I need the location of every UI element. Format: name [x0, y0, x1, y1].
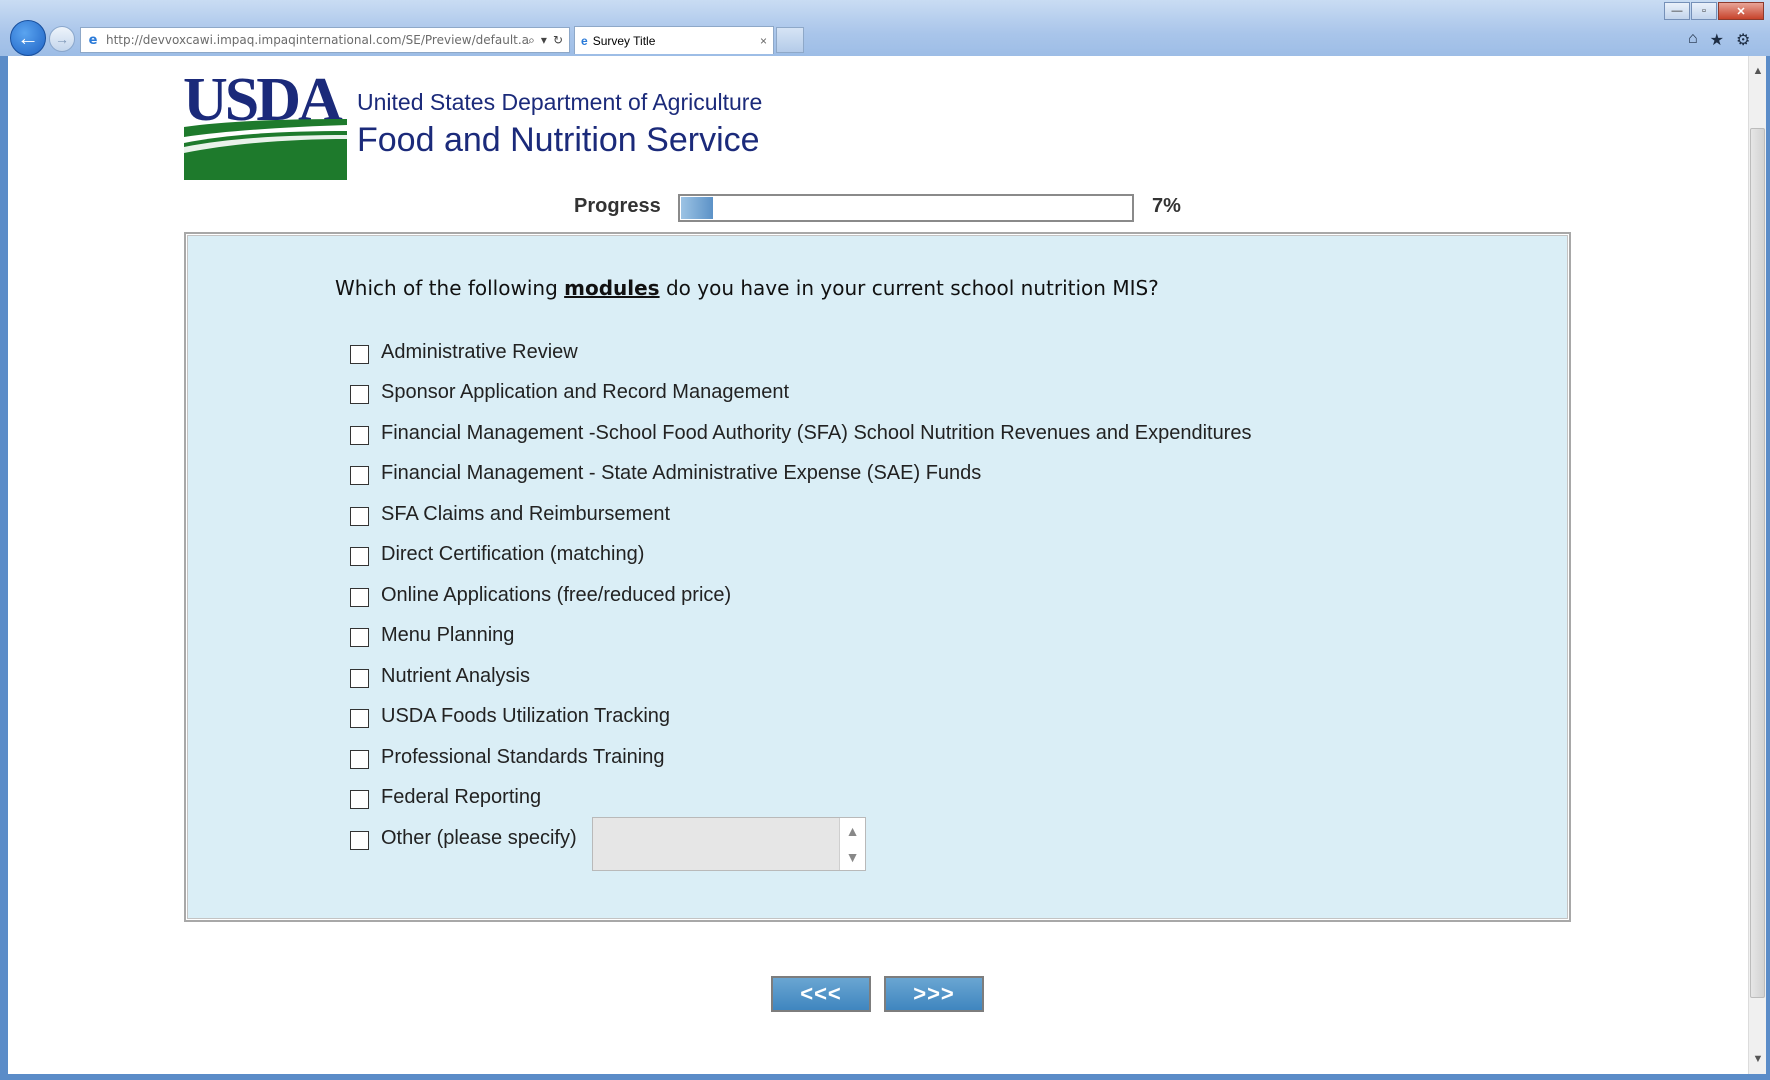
- option-nutrient-analysis[interactable]: Nutrient Analysis: [350, 656, 1251, 697]
- tools-gear-icon[interactable]: ⚙: [1736, 30, 1750, 50]
- question-panel: Which of the following modules do you ha…: [184, 232, 1571, 922]
- checkbox[interactable]: [350, 709, 369, 729]
- address-url[interactable]: http://devvoxcawi.impaq.impaqinternation…: [106, 33, 528, 47]
- question-text: Which of the following modules do you ha…: [335, 276, 1159, 300]
- option-usda-foods[interactable]: USDA Foods Utilization Tracking: [350, 697, 1251, 738]
- maximize-button[interactable]: ▫: [1691, 2, 1717, 20]
- option-label: USDA Foods Utilization Tracking: [381, 705, 671, 728]
- option-label: Online Applications (free/reduced price): [381, 583, 732, 606]
- option-label: Professional Standards Training: [381, 745, 665, 768]
- checkbox[interactable]: [350, 425, 369, 445]
- usda-logo: USDA United States Department of Agricul…: [184, 65, 784, 185]
- agency-name: United States Department of Agriculture: [357, 89, 763, 115]
- option-direct-certification[interactable]: Direct Certification (matching): [350, 535, 1251, 576]
- option-federal-reporting[interactable]: Federal Reporting: [350, 778, 1251, 819]
- textarea-scrollbar[interactable]: ▲ ▼: [839, 818, 865, 870]
- checkbox[interactable]: [350, 587, 369, 607]
- option-online-applications[interactable]: Online Applications (free/reduced price): [350, 575, 1251, 616]
- checkbox[interactable]: [350, 547, 369, 567]
- checkbox[interactable]: [350, 749, 369, 769]
- option-financial-sfa[interactable]: Financial Management -School Food Author…: [350, 413, 1251, 454]
- previous-button[interactable]: <<<: [771, 976, 871, 1012]
- progress-bar: [678, 194, 1134, 222]
- ie-page-icon: e: [88, 32, 98, 48]
- option-label: Sponsor Application and Record Managemen…: [381, 381, 790, 404]
- option-label: Financial Management - State Administrat…: [381, 462, 982, 485]
- usda-logo-mark: USDA: [184, 66, 347, 180]
- progress-percent: 7%: [1152, 195, 1181, 217]
- option-administrative-review[interactable]: Administrative Review: [350, 332, 1251, 373]
- address-bar[interactable]: e http://devvoxcawi.impaq.impaqinternati…: [80, 27, 570, 53]
- option-label: Menu Planning: [381, 624, 515, 647]
- option-sfa-claims[interactable]: SFA Claims and Reimbursement: [350, 494, 1251, 535]
- option-label: Financial Management -School Food Author…: [381, 421, 1252, 444]
- scroll-thumb[interactable]: [1750, 128, 1765, 998]
- minimize-button[interactable]: —: [1664, 2, 1690, 20]
- scroll-down-icon[interactable]: ▼: [1749, 1050, 1767, 1068]
- chevron-up-icon[interactable]: ▲: [846, 823, 860, 839]
- option-sponsor-application[interactable]: Sponsor Application and Record Managemen…: [350, 373, 1251, 414]
- option-label: Nutrient Analysis: [381, 664, 530, 687]
- question-text-start: Which of the following: [335, 276, 565, 300]
- option-label: Administrative Review: [381, 340, 578, 363]
- favorites-star-icon[interactable]: ★: [1710, 30, 1724, 50]
- service-name: Food and Nutrition Service: [357, 121, 760, 159]
- checkbox[interactable]: [350, 466, 369, 486]
- progress-fill: [681, 197, 713, 219]
- option-label: Direct Certification (matching): [381, 543, 645, 566]
- option-financial-sae[interactable]: Financial Management - State Administrat…: [350, 454, 1251, 495]
- option-label: Federal Reporting: [381, 786, 542, 809]
- tab-title: Survey Title: [592, 33, 656, 48]
- question-text-end: do you have in your current school nutri…: [659, 276, 1159, 300]
- checkbox[interactable]: [350, 506, 369, 526]
- tab-close-icon[interactable]: ×: [760, 34, 773, 48]
- checkbox[interactable]: [350, 344, 369, 364]
- vertical-scrollbar[interactable]: ▲ ▼: [1748, 56, 1766, 1074]
- forward-button[interactable]: →: [49, 26, 75, 52]
- option-label: SFA Claims and Reimbursement: [381, 502, 671, 525]
- checkbox[interactable]: [350, 628, 369, 648]
- refresh-icon[interactable]: ↻: [553, 33, 563, 48]
- next-button[interactable]: >>>: [884, 976, 984, 1012]
- checkbox[interactable]: [350, 385, 369, 405]
- home-icon[interactable]: ⌂: [1688, 30, 1698, 50]
- new-tab-button[interactable]: [776, 27, 804, 53]
- tab-survey[interactable]: e Survey Title ×: [574, 26, 774, 54]
- ie-tab-icon: e: [581, 33, 588, 48]
- search-icon[interactable]: ⌕: [528, 33, 535, 48]
- browser-chrome: ← → e http://devvoxcawi.impaq.impaqinter…: [0, 0, 1770, 56]
- option-professional-standards[interactable]: Professional Standards Training: [350, 737, 1251, 778]
- progress-label: Progress: [574, 195, 661, 217]
- checkbox[interactable]: [350, 790, 369, 810]
- option-label: Other (please specify): [381, 826, 577, 849]
- option-menu-planning[interactable]: Menu Planning: [350, 616, 1251, 657]
- forward-arrow-icon: →: [55, 31, 69, 47]
- back-button[interactable]: ←: [10, 20, 46, 56]
- question-emphasis: modules: [564, 276, 660, 300]
- dropdown-icon[interactable]: ▾: [541, 33, 547, 48]
- other-specify-textarea[interactable]: ▲ ▼: [592, 817, 866, 871]
- checkbox[interactable]: [350, 668, 369, 688]
- back-arrow-icon: ←: [17, 25, 39, 50]
- options-list: Administrative Review Sponsor Applicatio…: [350, 332, 1251, 859]
- chevron-down-icon[interactable]: ▼: [846, 849, 860, 865]
- scroll-up-icon[interactable]: ▲: [1749, 62, 1767, 80]
- window-close-button[interactable]: ✕: [1718, 2, 1764, 20]
- checkbox[interactable]: [350, 830, 369, 850]
